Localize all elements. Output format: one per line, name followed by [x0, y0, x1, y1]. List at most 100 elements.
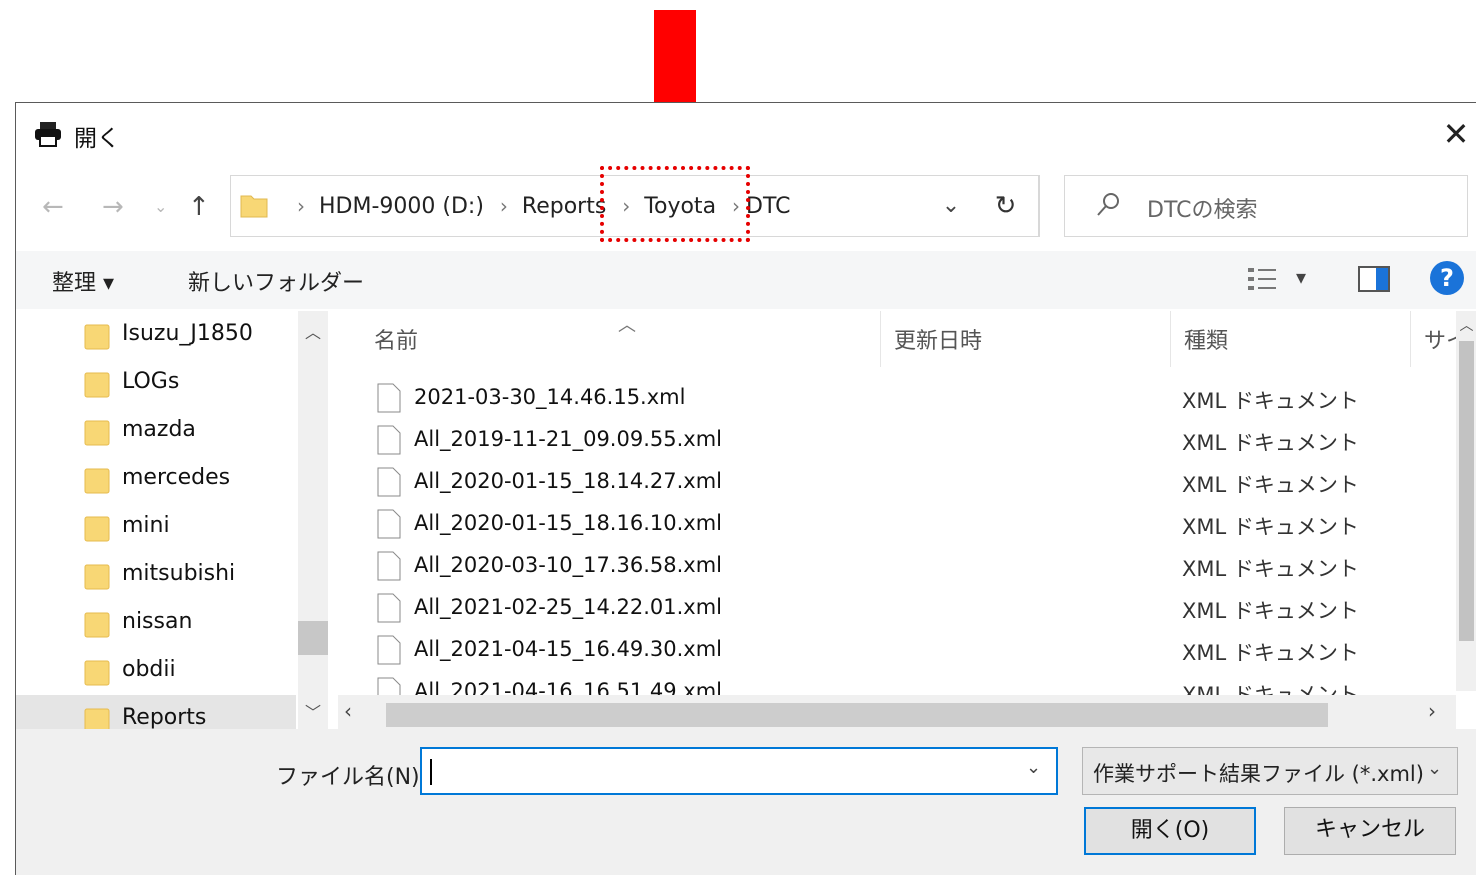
column-divider[interactable]	[1410, 311, 1411, 367]
file-list-horizontal-scrollbar[interactable]: ‹ ›	[338, 695, 1456, 729]
cancel-button[interactable]: キャンセル	[1284, 807, 1456, 855]
folder-icon	[84, 420, 110, 446]
preview-pane-icon[interactable]	[1358, 265, 1390, 293]
forward-button[interactable]: →	[102, 187, 124, 227]
refresh-button[interactable]: ↻	[973, 175, 1039, 237]
file-row[interactable]: 2021-03-30_14.46.15.xml XML ドキュメント	[376, 377, 1436, 419]
address-bar[interactable]: › HDM-9000 (D:) › Reports › Toyota › DTC…	[230, 175, 1040, 237]
tree-item-reports[interactable]: Reports	[16, 695, 296, 729]
chevron-down-icon[interactable]: ⌄	[1026, 757, 1041, 778]
file-type: XML ドキュメント	[1182, 389, 1359, 413]
column-header-modified[interactable]: 更新日時	[894, 323, 982, 355]
file-name: All_2020-01-15_18.16.10.xml	[414, 511, 722, 535]
scroll-down-icon[interactable]: ﹀	[298, 699, 328, 723]
filename-label: ファイル名(N):	[276, 765, 428, 790]
breadcrumb-separator: ›	[297, 194, 305, 218]
folder-icon	[84, 516, 110, 542]
file-name: 2021-03-30_14.46.15.xml	[414, 385, 686, 409]
breadcrumb-separator[interactable]: ›	[732, 194, 740, 218]
file-name: All_2020-03-10_17.36.58.xml	[414, 553, 722, 577]
breadcrumb-item-toyota[interactable]: Toyota	[644, 194, 716, 219]
file-row[interactable]: All_2020-01-15_18.14.27.xml XML ドキュメント	[376, 461, 1436, 503]
file-list: ︿ 名前 更新日時 種類 サイ 2021-03-30_14.46.15.xml …	[338, 311, 1476, 729]
breadcrumb: › HDM-9000 (D:) › Reports › Toyota › DTC	[281, 176, 791, 236]
folder-icon	[84, 660, 110, 686]
scroll-right-icon[interactable]: ›	[1428, 699, 1436, 723]
column-header-type[interactable]: 種類	[1184, 323, 1228, 355]
toolbar: 整理 ▾ 新しいフォルダー ▾ ?	[16, 251, 1476, 309]
filename-field[interactable]: ⌄	[420, 747, 1058, 795]
column-divider[interactable]	[880, 311, 881, 367]
recent-locations-button[interactable]: ⌄	[154, 187, 167, 227]
file-type: XML ドキュメント	[1182, 515, 1359, 539]
search-placeholder: DTCの検索	[1147, 198, 1258, 223]
dialog-footer: ファイル名(N): ⌄ 作業サポート結果ファイル (*.xml) ⌄ 開く(O)…	[16, 729, 1476, 875]
tree-item-label: LOGs	[122, 369, 180, 394]
folder-icon	[84, 612, 110, 638]
file-type: XML ドキュメント	[1182, 473, 1359, 497]
back-button[interactable]: ←	[42, 187, 64, 227]
tree-item-mitsubishi[interactable]: mitsubishi	[16, 551, 296, 599]
open-button[interactable]: 開く(O)	[1084, 807, 1256, 855]
file-name: All_2019-11-21_09.09.55.xml	[414, 427, 722, 451]
chevron-down-icon: ▾	[1296, 265, 1307, 289]
breadcrumb-separator[interactable]: ›	[500, 194, 508, 218]
column-header-name[interactable]: 名前	[374, 323, 418, 355]
tree-item-obdii[interactable]: obdii	[16, 647, 296, 695]
breadcrumb-item-dtc[interactable]: DTC	[746, 194, 790, 219]
folder-icon	[84, 468, 110, 494]
details-view-icon	[1248, 268, 1276, 290]
search-icon	[1097, 193, 1119, 216]
filetype-select[interactable]: 作業サポート結果ファイル (*.xml) ⌄	[1082, 747, 1458, 795]
horizontal-scroll-thumb[interactable]	[386, 703, 1328, 727]
tree-item-label: Isuzu_J1850	[122, 321, 253, 346]
tree-item-nissan[interactable]: nissan	[16, 599, 296, 647]
open-file-dialog: 開く ✕ ← → ⌄ ↑ › HDM-9000 (D:) › Reports ›…	[15, 102, 1476, 875]
tree-item-label: mini	[122, 513, 170, 538]
scroll-up-icon[interactable]: ︿	[1456, 315, 1476, 335]
breadcrumb-item-drive[interactable]: HDM-9000 (D:)	[319, 194, 484, 219]
sidebar-scroll-thumb[interactable]	[298, 621, 328, 655]
folder-icon	[84, 564, 110, 590]
file-icon	[377, 635, 401, 665]
breadcrumb-separator[interactable]: ›	[622, 194, 630, 218]
file-icon	[377, 509, 401, 539]
filetype-value: 作業サポート結果ファイル (*.xml)	[1093, 762, 1424, 786]
file-row[interactable]: All_2020-01-15_18.16.10.xml XML ドキュメント	[376, 503, 1436, 545]
address-dropdown-button[interactable]: ⌄	[931, 188, 971, 224]
tree-item-mini[interactable]: mini	[16, 503, 296, 551]
column-divider[interactable]	[1170, 311, 1171, 367]
scroll-up-icon[interactable]: ︿	[298, 319, 328, 343]
file-row[interactable]: All_2021-02-25_14.22.01.xml XML ドキュメント	[376, 587, 1436, 629]
close-button[interactable]: ✕	[1436, 111, 1476, 157]
sidebar-scrollbar[interactable]: ︿ ﹀	[298, 311, 328, 729]
tree-item-logs[interactable]: LOGs	[16, 359, 296, 407]
vertical-scroll-thumb[interactable]	[1459, 341, 1474, 641]
view-options-button[interactable]: ▾	[1246, 263, 1318, 295]
help-button[interactable]: ?	[1430, 261, 1464, 295]
tree-item-isuzu[interactable]: Isuzu_J1850	[16, 311, 296, 359]
tree-item-mazda[interactable]: mazda	[16, 407, 296, 455]
folder-icon	[240, 195, 268, 218]
file-row[interactable]: All_2021-04-15_16.49.30.xml XML ドキュメント	[376, 629, 1436, 671]
folder-icon	[84, 372, 110, 398]
file-icon	[377, 551, 401, 581]
breadcrumb-item-reports[interactable]: Reports	[522, 194, 606, 219]
up-button[interactable]: ↑	[188, 187, 210, 227]
organize-button[interactable]: 整理 ▾	[52, 265, 114, 297]
new-folder-button[interactable]: 新しいフォルダー	[188, 265, 364, 297]
scroll-left-icon[interactable]: ‹	[344, 699, 352, 723]
folder-icon	[84, 708, 110, 729]
text-caret	[430, 759, 432, 785]
window-title: 開く	[74, 126, 120, 152]
search-box[interactable]: DTCの検索	[1064, 175, 1468, 237]
tree-item-mercedes[interactable]: mercedes	[16, 455, 296, 503]
file-icon	[377, 467, 401, 497]
file-row[interactable]: All_2020-03-10_17.36.58.xml XML ドキュメント	[376, 545, 1436, 587]
title-bar: 開く ✕	[16, 103, 1476, 165]
file-row[interactable]: All_2019-11-21_09.09.55.xml XML ドキュメント	[376, 419, 1436, 461]
file-icon	[377, 383, 401, 413]
file-name: All_2021-02-25_14.22.01.xml	[414, 595, 722, 619]
tree-item-label: mazda	[122, 417, 196, 442]
file-list-vertical-scrollbar[interactable]: ︿	[1456, 311, 1476, 691]
